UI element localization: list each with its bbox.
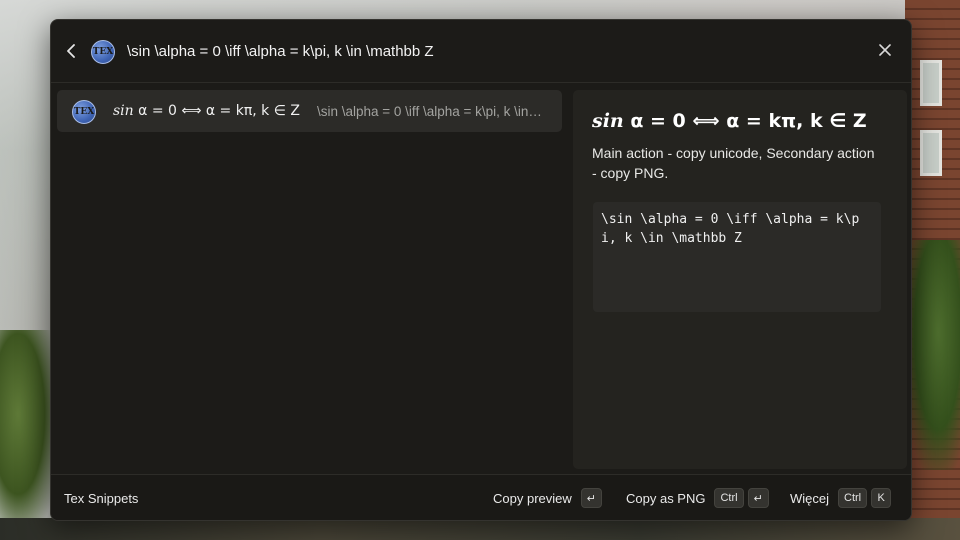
- back-button[interactable]: [59, 39, 83, 63]
- result-title-func: sin: [113, 103, 134, 119]
- wallpaper-ivy: [905, 240, 960, 470]
- copy-preview-action[interactable]: Copy preview ↵: [493, 485, 606, 511]
- close-icon: [879, 44, 891, 56]
- tex-logo-icon: TEX: [91, 40, 115, 64]
- launcher-window: TEX TEX sin α = 0 ⟺ α = kπ, k ∈ Z \sin \…: [50, 19, 912, 521]
- action-label: Copy preview: [493, 490, 572, 506]
- ctrl-key: Ctrl: [714, 488, 744, 508]
- action-label: Copy as PNG: [626, 490, 706, 506]
- action-bar: Tex Snippets Copy preview ↵ Copy as PNG …: [51, 474, 911, 520]
- copy-as-png-action[interactable]: Copy as PNG Ctrl ↵: [626, 485, 773, 511]
- wallpaper-street: [0, 518, 960, 540]
- extension-name: Tex Snippets: [64, 491, 139, 506]
- enter-key-icon: ↵: [580, 488, 602, 508]
- result-subtitle: \sin \alpha = 0 \iff \alpha = k\pi, k \i…: [317, 104, 542, 119]
- preview-title-expr: α = 0 ⟺ α = kπ, k ∈ Z: [623, 110, 867, 132]
- code-block: \sin \alpha = 0 \iff \alpha = k\pi, k \i…: [593, 202, 881, 312]
- search-bar: TEX: [51, 20, 911, 83]
- close-button[interactable]: [875, 40, 895, 60]
- action-label: Więcej: [790, 490, 830, 506]
- tex-logo-icon: TEX: [72, 100, 96, 124]
- list-item[interactable]: TEX sin α = 0 ⟺ α = kπ, k ∈ Z \sin \alph…: [57, 90, 562, 132]
- result-title: sin α = 0 ⟺ α = kπ, k ∈ Z: [113, 103, 300, 119]
- k-key: K: [871, 488, 892, 508]
- preview-description: Main action - copy unicode, Secondary ac…: [592, 145, 875, 181]
- enter-key-icon: ↵: [747, 488, 769, 508]
- wallpaper-window: [920, 130, 942, 176]
- chevron-left-icon: [67, 44, 75, 58]
- preview-panel: sin α = 0 ⟺ α = kπ, k ∈ Z Main action - …: [573, 90, 907, 469]
- ctrl-key: Ctrl: [838, 488, 868, 508]
- more-actions-button[interactable]: Więcej Ctrl K: [790, 485, 895, 511]
- preview-title: sin α = 0 ⟺ α = kπ, k ∈ Z: [592, 110, 867, 132]
- search-input[interactable]: [127, 38, 847, 64]
- wallpaper-window: [920, 60, 942, 106]
- result-title-expr: α = 0 ⟺ α = kπ, k ∈ Z: [133, 103, 300, 119]
- preview-title-func: sin: [592, 110, 624, 132]
